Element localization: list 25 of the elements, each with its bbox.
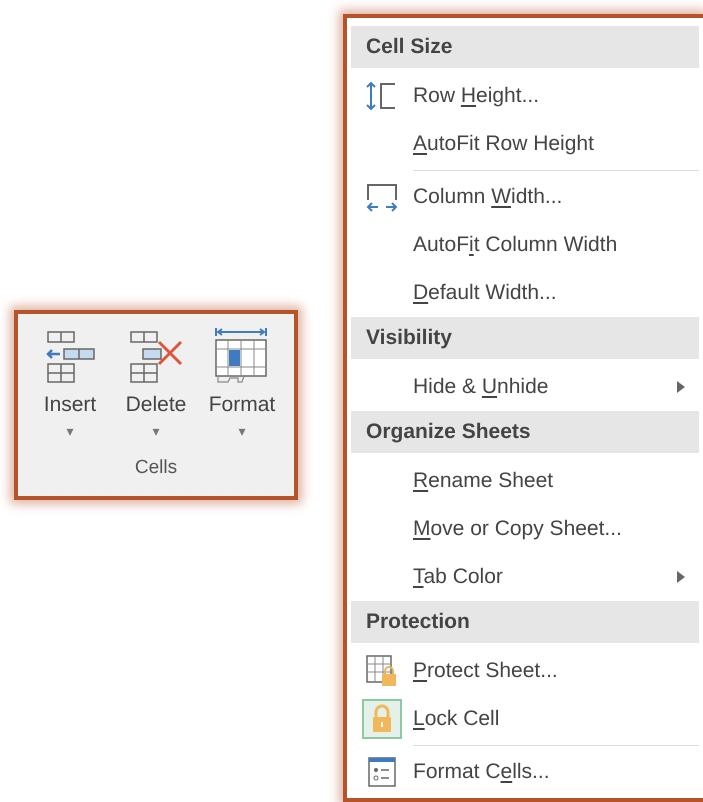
sheet-lock-icon <box>365 654 399 688</box>
section-header: Visibility <box>351 317 699 359</box>
menu-item[interactable]: Tab Color <box>351 553 699 601</box>
ribbon-button[interactable]: Insert ▾ <box>32 324 108 444</box>
menu-item[interactable]: Column Width... <box>351 173 699 221</box>
menu-item[interactable]: Rename Sheet <box>351 457 699 505</box>
column-width-icon <box>365 182 399 212</box>
format-dialog-icon <box>367 756 397 788</box>
menu-item[interactable]: Move or Copy Sheet... <box>351 505 699 553</box>
menu-item[interactable]: Protect Sheet... <box>351 647 699 695</box>
section-header: Organize Sheets <box>351 411 699 453</box>
group-label: Cells <box>134 456 178 480</box>
menu-item[interactable]: Default Width... <box>351 269 699 317</box>
section-header: Cell Size <box>351 26 699 68</box>
ribbon-button[interactable]: Delete ▾ <box>118 324 194 444</box>
menu-item[interactable]: Lock Cell <box>351 695 699 743</box>
ribbon-button[interactable]: Format ▾ <box>204 324 280 444</box>
menu-item[interactable]: Hide & Unhide <box>351 363 699 411</box>
submenu-arrow-icon <box>677 571 685 583</box>
section-header: Protection <box>351 601 699 643</box>
menu-item[interactable]: AutoFit Row Height <box>351 120 699 168</box>
submenu-arrow-icon <box>677 381 685 393</box>
menu-item[interactable]: Row Height... <box>351 72 699 120</box>
menu-item[interactable]: Format Cells... <box>351 748 699 796</box>
menu-item[interactable]: AutoFit Column Width <box>351 221 699 269</box>
